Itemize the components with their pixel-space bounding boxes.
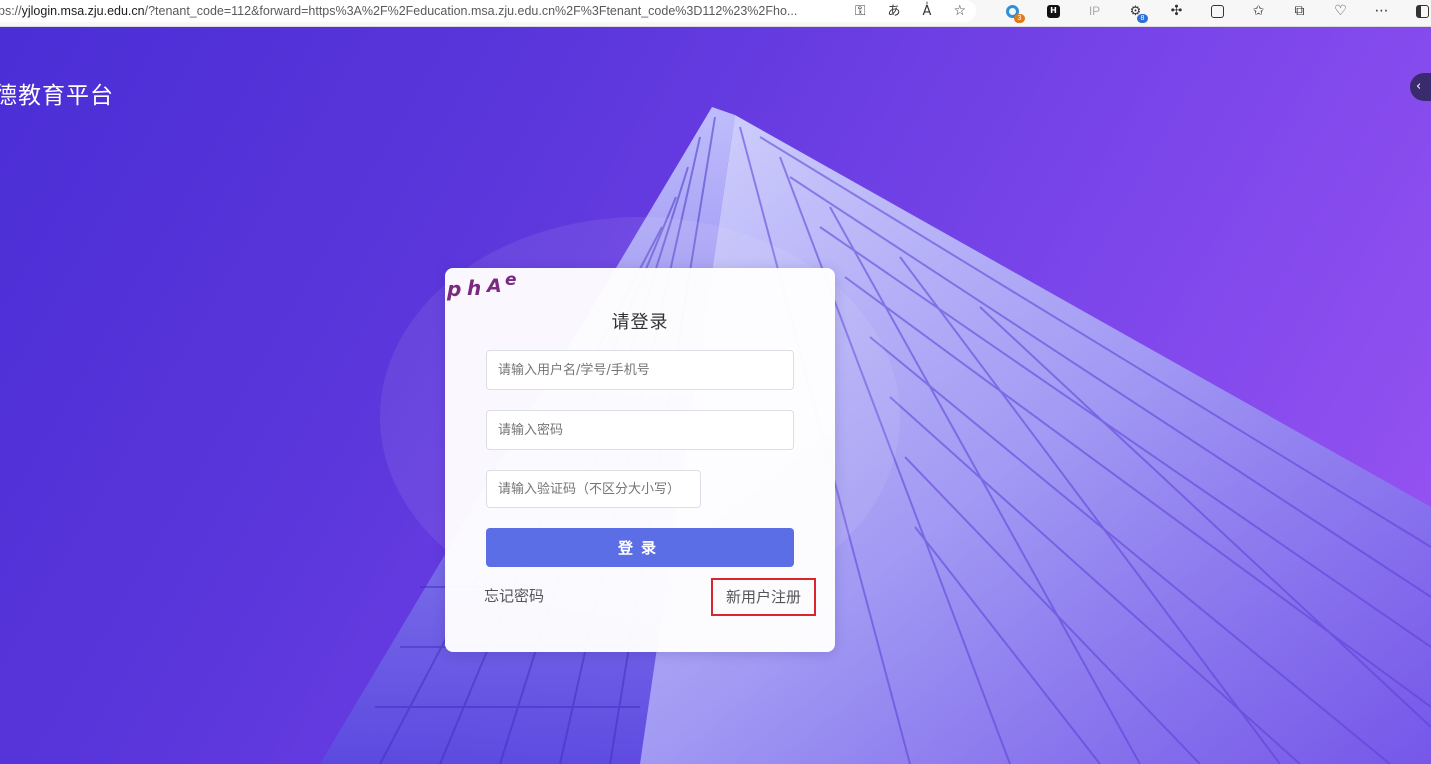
extensions-puzzle-icon[interactable]: ✣ xyxy=(1156,4,1197,18)
favorites-icon[interactable]: ✩ xyxy=(1238,4,1279,18)
captcha-char: e xyxy=(505,270,517,290)
key-icon[interactable]: ⚿ xyxy=(855,4,866,18)
login-title: 请登录 xyxy=(611,312,669,333)
login-button[interactable]: 登录 xyxy=(486,528,794,567)
register-link[interactable]: 新用户注册 xyxy=(711,578,816,616)
extension-badge: 8 xyxy=(1137,13,1148,23)
url-text[interactable]: ps://yjlogin.msa.zju.edu.cn/?tenant_code… xyxy=(0,4,797,18)
extension-badge: 3 xyxy=(1014,13,1025,23)
login-card: 请登录 p h A e 登录 忘记密码 新用户注册 xyxy=(445,268,835,652)
password-input[interactable] xyxy=(486,410,794,450)
more-menu-icon[interactable]: ⋯ xyxy=(1361,4,1402,18)
extension-search-icon[interactable]: 3 xyxy=(992,4,1033,23)
extension-h-icon[interactable]: H xyxy=(1033,4,1074,18)
captcha-input[interactable] xyxy=(486,470,701,508)
chevron-left-icon: ‹ xyxy=(1416,79,1422,94)
side-collapse-button[interactable]: ‹ xyxy=(1410,73,1431,101)
extension-ip-icon[interactable]: IP xyxy=(1074,5,1115,17)
browser-toolbar: ps://yjlogin.msa.zju.edu.cn/?tenant_code… xyxy=(0,0,1431,27)
browser-essentials-icon[interactable]: ♡ xyxy=(1320,4,1361,18)
page-background: 德教育平台 ‹ 请登录 p h A e 登录 忘记密码 新用户注册 xyxy=(0,27,1431,764)
extension-robot-icon[interactable]: ⚙ 8 xyxy=(1115,5,1156,23)
username-input[interactable] xyxy=(486,350,794,390)
address-bar[interactable]: ps://yjlogin.msa.zju.edu.cn/?tenant_code… xyxy=(0,0,976,22)
site-title: 德教育平台 xyxy=(0,83,114,109)
read-aloud-icon[interactable]: A̍ xyxy=(923,5,932,18)
translate-icon[interactable]: あ xyxy=(888,5,901,18)
captcha-char: A xyxy=(485,275,502,297)
forgot-password-link[interactable]: 忘记密码 xyxy=(484,585,544,606)
split-screen-icon[interactable] xyxy=(1197,4,1238,18)
captcha-char: h xyxy=(467,276,481,300)
captcha-char: p xyxy=(446,277,461,301)
favorite-star-icon[interactable]: ☆ xyxy=(953,4,966,18)
captcha-image[interactable]: p h A e xyxy=(445,268,523,306)
collections-icon[interactable]: ⧉ xyxy=(1279,4,1320,18)
sidebar-toggle-icon[interactable] xyxy=(1402,4,1431,18)
